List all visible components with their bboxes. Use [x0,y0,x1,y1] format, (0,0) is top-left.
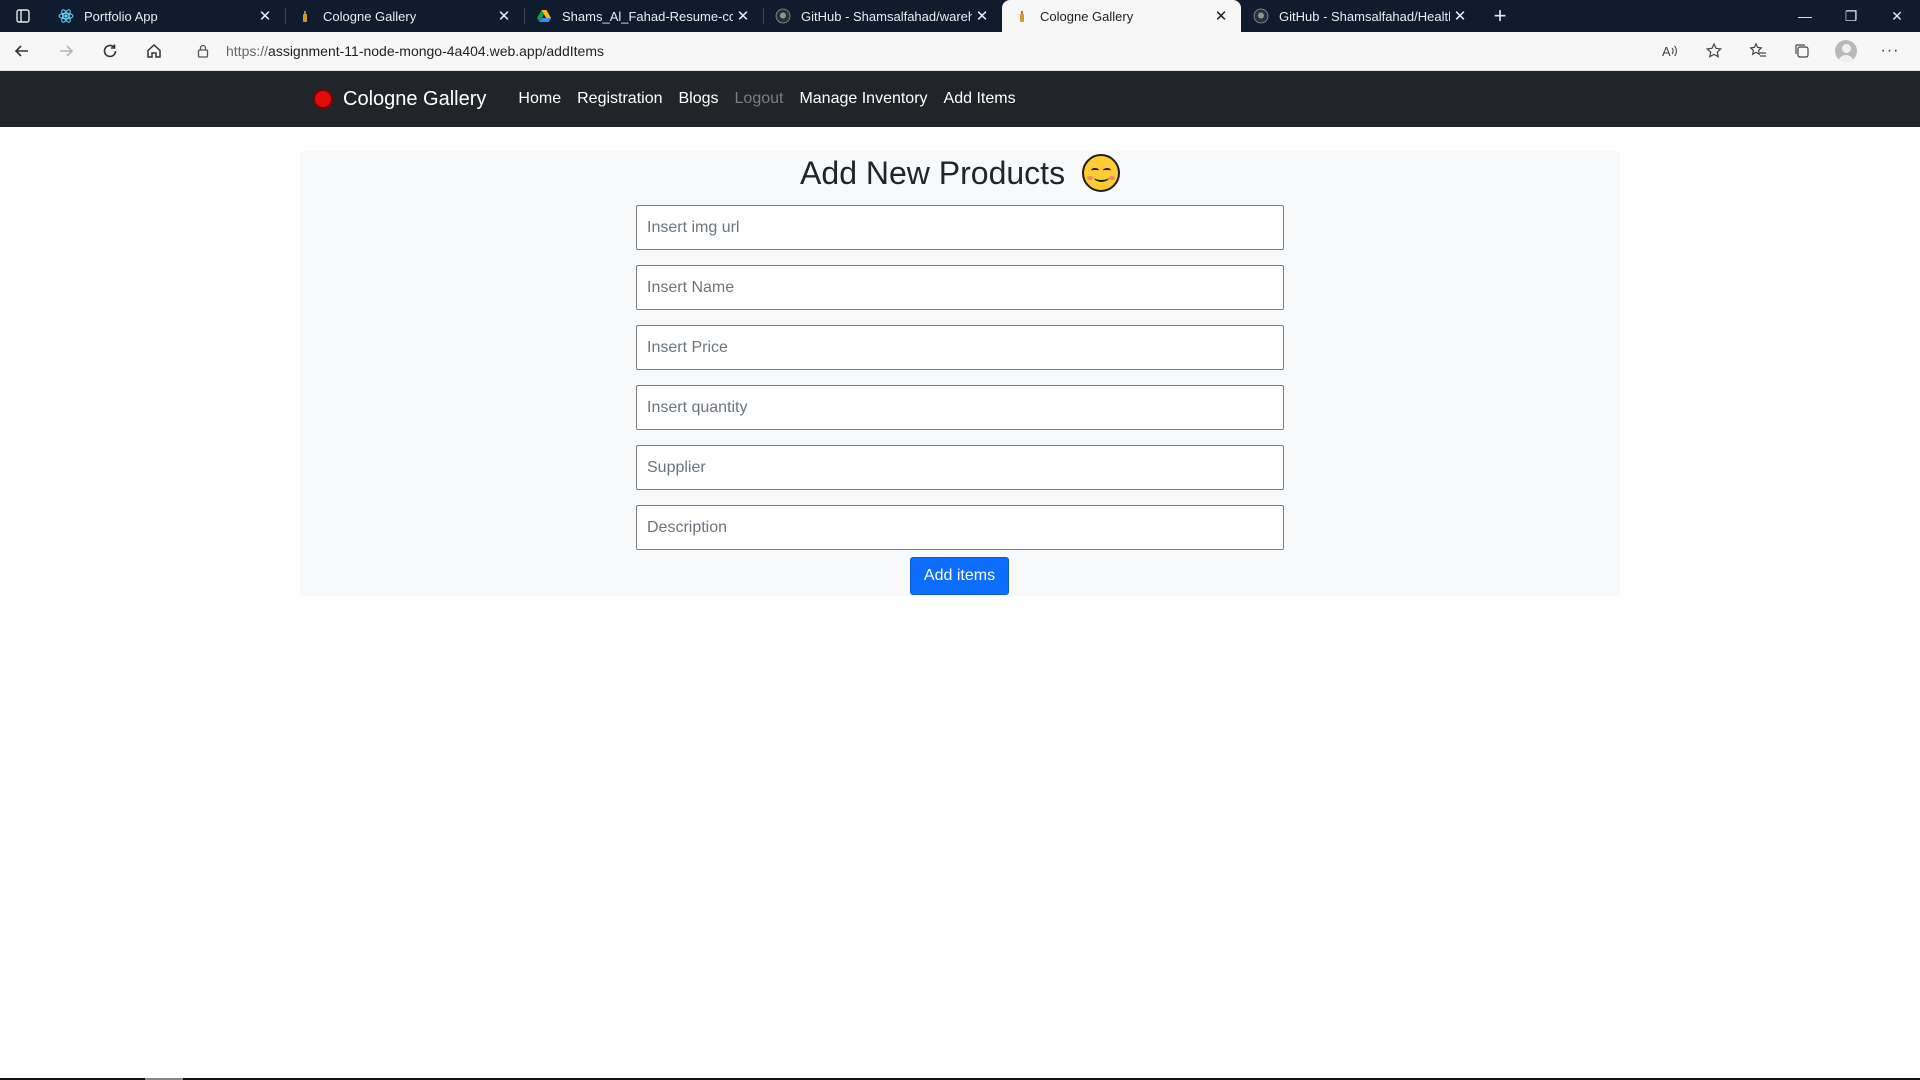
tab-cologne-gallery[interactable]: Cologne Gallery ✕ [285,0,524,32]
collections-button[interactable] [1780,35,1824,67]
browser-tabstrip: Portfolio App ✕ Cologne Gallery ✕ Shams_… [0,0,1920,32]
nav-link-home[interactable]: Home [510,90,569,108]
home-button[interactable] [132,35,176,67]
browser-toolbar: https:// assignment-11-node-mongo-4a404.… [0,32,1920,71]
tab-title: Cologne Gallery [1040,8,1134,24]
svg-text:A: A [1662,44,1671,59]
reload-button[interactable] [88,35,132,67]
minimize-icon: — [1798,8,1812,24]
minimize-button[interactable]: — [1782,0,1828,32]
restore-icon: ❐ [1844,7,1858,24]
lock-icon [188,44,218,58]
settings-more-button[interactable]: ··· [1868,35,1912,67]
bottle-icon [297,8,313,24]
close-icon: ✕ [1891,7,1903,24]
read-aloud-icon: A [1662,44,1677,59]
back-button[interactable] [0,35,44,67]
window-controls: — ❐ ✕ [1782,0,1920,32]
tab-title: Portfolio App [84,8,158,24]
url-text: assignment-11-node-mongo-4a404.web.app/a… [268,43,604,59]
drive-icon [536,8,552,24]
favorites-button[interactable] [1736,35,1780,67]
tab-github-health[interactable]: GitHub - Shamsalfahad/Health_C ✕ [1241,0,1480,32]
close-icon[interactable]: ✕ [1450,6,1470,26]
address-bar[interactable]: https:// assignment-11-node-mongo-4a404.… [188,36,1588,66]
brand-logo-icon [313,89,333,109]
collections-icon [1795,44,1809,58]
react-icon [58,8,74,24]
close-icon[interactable]: ✕ [972,6,992,26]
quantity-input[interactable] [636,385,1284,430]
tab-resume-doc[interactable]: Shams_Al_Fahad-Resume-conver ✕ [524,0,763,32]
nav-link-blogs[interactable]: Blogs [670,90,726,108]
more-icon: ··· [1880,42,1900,59]
tab-actions-button[interactable] [0,0,46,32]
name-input[interactable] [636,265,1284,310]
read-aloud-button[interactable]: A [1648,35,1692,67]
close-window-button[interactable]: ✕ [1874,0,1920,32]
new-tab-button[interactable]: + [1480,0,1520,32]
forward-button[interactable] [44,35,88,67]
close-icon[interactable]: ✕ [494,6,514,26]
price-input[interactable] [636,325,1284,370]
close-icon[interactable]: ✕ [1211,6,1231,26]
add-items-button[interactable]: Add items [910,557,1009,595]
tab-actions-icon [16,9,30,23]
plus-icon: + [1493,3,1507,28]
reload-icon [103,44,117,58]
close-icon[interactable]: ✕ [255,6,275,26]
tab-portfolio-app[interactable]: Portfolio App ✕ [46,0,285,32]
brand-name: Cologne Gallery [343,87,487,110]
smiling-face-icon [1081,153,1120,192]
add-product-panel: Add New Products Add items [300,151,1620,596]
tab-title: GitHub - Shamsalfahad/warehou [801,8,972,24]
add-favorite-button[interactable] [1692,35,1736,67]
img-url-input[interactable] [636,205,1284,250]
back-arrow-icon [14,45,28,57]
close-icon[interactable]: ✕ [733,6,753,26]
tab-github-warehouse[interactable]: GitHub - Shamsalfahad/warehou ✕ [763,0,1002,32]
site-navbar: Cologne Gallery Home Registration Blogs … [0,71,1920,127]
profile-button[interactable] [1824,35,1868,67]
bottle-icon [1014,8,1030,24]
github-icon [1253,8,1269,24]
supplier-input[interactable] [636,445,1284,490]
tab-title: GitHub - Shamsalfahad/Health_C [1279,8,1450,24]
nav-link-registration[interactable]: Registration [569,90,670,108]
favorites-icon [1749,42,1766,57]
github-icon [775,8,791,24]
nav-link-logout[interactable]: Logout [727,90,792,108]
tab-title: Cologne Gallery [323,8,417,24]
nav-links: Home Registration Blogs Logout Manage In… [510,90,1023,108]
tab-title: Shams_Al_Fahad-Resume-conver [562,8,733,24]
home-icon [147,43,161,58]
nav-link-manage-inventory[interactable]: Manage Inventory [791,90,935,108]
restore-button[interactable]: ❐ [1828,0,1874,32]
brand-link[interactable]: Cologne Gallery [313,88,486,111]
avatar [1835,40,1857,62]
nav-link-add-items[interactable]: Add Items [936,90,1024,108]
star-add-icon [1705,42,1723,58]
description-input[interactable] [636,505,1284,550]
forward-arrow-icon [60,45,74,57]
page-title-text: Add New Products [800,155,1066,191]
url-scheme: https:// [226,43,269,59]
toolbar-actions: A ··· [1648,35,1920,67]
tab-cologne-gallery-active[interactable]: Cologne Gallery ✕ [1002,0,1241,32]
page-title: Add New Products [300,151,1620,194]
